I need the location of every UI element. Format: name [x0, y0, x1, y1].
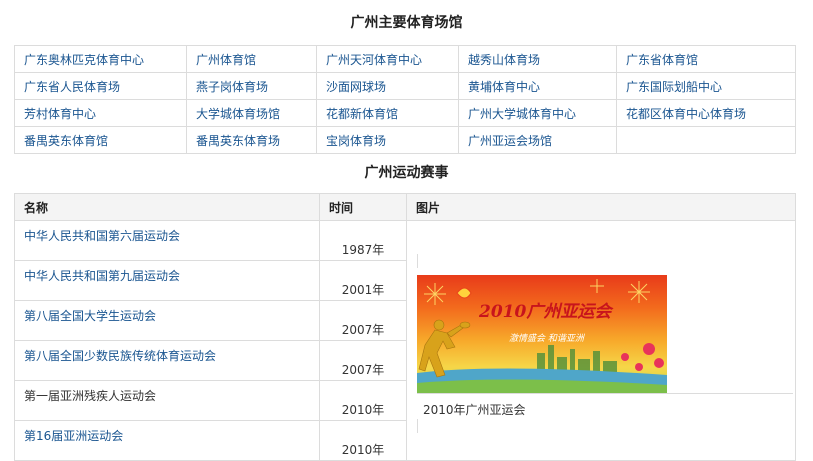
venue-link[interactable]: 广东奥林匹克体育中心: [14, 45, 187, 73]
event-year: 1987年: [319, 220, 407, 261]
picture-caption: 2010年广州亚运会: [423, 403, 526, 417]
venue-link[interactable]: 燕子岗体育场: [186, 72, 317, 100]
event-name: 第一届亚洲残疾人运动会: [14, 380, 320, 421]
picture-frame: 2010广州亚运会 激情盛会 和谐亚洲: [417, 275, 667, 393]
table-row: 芳村体育中心 大学城体育场馆 花都新体育馆 广州大学城体育中心 花都区体育中心体…: [14, 99, 796, 127]
table-row: 广东省人民体育场 燕子岗体育场 沙面网球场 黄埔体育中心 广东国际划船中心: [14, 72, 796, 100]
event-year: 2001年: [319, 260, 407, 301]
column-header-picture: 图片: [406, 193, 796, 221]
venue-link[interactable]: 番禺英东体育场: [186, 126, 317, 154]
event-name-link[interactable]: 中华人民共和国第九届运动会: [14, 260, 320, 301]
table-header-row: 名称 时间 图片: [14, 193, 796, 221]
asian-games-banner-image[interactable]: 2010广州亚运会 激情盛会 和谐亚洲: [417, 275, 667, 393]
venue-link[interactable]: 广州大学城体育中心: [458, 99, 617, 127]
banner-title: 2010广州亚运会: [478, 302, 614, 322]
table-row: 广东奥林匹克体育中心 广州体育馆 广州天河体育中心 越秀山体育场 广东省体育馆: [14, 45, 796, 73]
banner-slogan: 激情盛会 和谐亚洲: [509, 333, 586, 344]
event-year: 2010年: [319, 420, 407, 461]
event-year: 2007年: [319, 300, 407, 341]
venue-link[interactable]: 越秀山体育场: [458, 45, 617, 73]
banner-graphic: 2010广州亚运会 激情盛会 和谐亚洲: [417, 279, 667, 393]
venue-link[interactable]: 花都新体育馆: [316, 99, 459, 127]
table-row: 中华人民共和国第六届运动会 1987年 2010广州亚运会 激情盛会 和谐亚洲 …: [14, 220, 796, 461]
events-section-title: 广州运动赛事: [364, 165, 449, 181]
venue-link[interactable]: 黄埔体育中心: [458, 72, 617, 100]
venues-table: 广东奥林匹克体育中心 广州体育馆 广州天河体育中心 越秀山体育场 广东省体育馆 …: [14, 45, 796, 154]
venue-link[interactable]: 广州体育馆: [186, 45, 317, 73]
picture-cell: 2010广州亚运会 激情盛会 和谐亚洲 2010年广州亚运会: [406, 220, 796, 461]
venue-link[interactable]: 沙面网球场: [316, 72, 459, 100]
event-name-link[interactable]: 第八届全国大学生运动会: [14, 300, 320, 341]
venues-section-title: 广州主要体育场馆: [350, 15, 463, 31]
venue-link[interactable]: 花都区体育中心体育场: [616, 99, 796, 127]
divider: [417, 419, 418, 433]
venue-link[interactable]: 番禺英东体育馆: [14, 126, 187, 154]
venue-link[interactable]: 大学城体育场馆: [186, 99, 317, 127]
venue-link[interactable]: 广州天河体育中心: [316, 45, 459, 73]
empty-cell: [616, 126, 796, 154]
table-row: 番禺英东体育馆 番禺英东体育场 宝岗体育场 广州亚运会场馆: [14, 126, 796, 154]
events-table: 名称 时间 图片 中华人民共和国第六届运动会 1987年 2010广州亚运会 激…: [14, 193, 796, 461]
divider: [417, 254, 418, 268]
venue-link[interactable]: 芳村体育中心: [14, 99, 187, 127]
venue-link[interactable]: 广东国际划船中心: [616, 72, 796, 100]
divider: [417, 393, 793, 394]
event-name-link[interactable]: 第八届全国少数民族传统体育运动会: [14, 340, 320, 381]
event-name-link[interactable]: 中华人民共和国第六届运动会: [14, 220, 320, 261]
venue-link[interactable]: 广州亚运会场馆: [458, 126, 617, 154]
event-year: 2010年: [319, 380, 407, 421]
venue-link[interactable]: 广东省体育馆: [616, 45, 796, 73]
column-header-time: 时间: [319, 193, 407, 221]
column-header-name: 名称: [14, 193, 320, 221]
venue-link[interactable]: 广东省人民体育场: [14, 72, 187, 100]
event-name-link[interactable]: 第16届亚洲运动会: [14, 420, 320, 461]
venue-link[interactable]: 宝岗体育场: [316, 126, 459, 154]
page: 广州主要体育场馆 广东奥林匹克体育中心 广州体育馆 广州天河体育中心 越秀山体育…: [0, 0, 813, 461]
event-year: 2007年: [319, 340, 407, 381]
